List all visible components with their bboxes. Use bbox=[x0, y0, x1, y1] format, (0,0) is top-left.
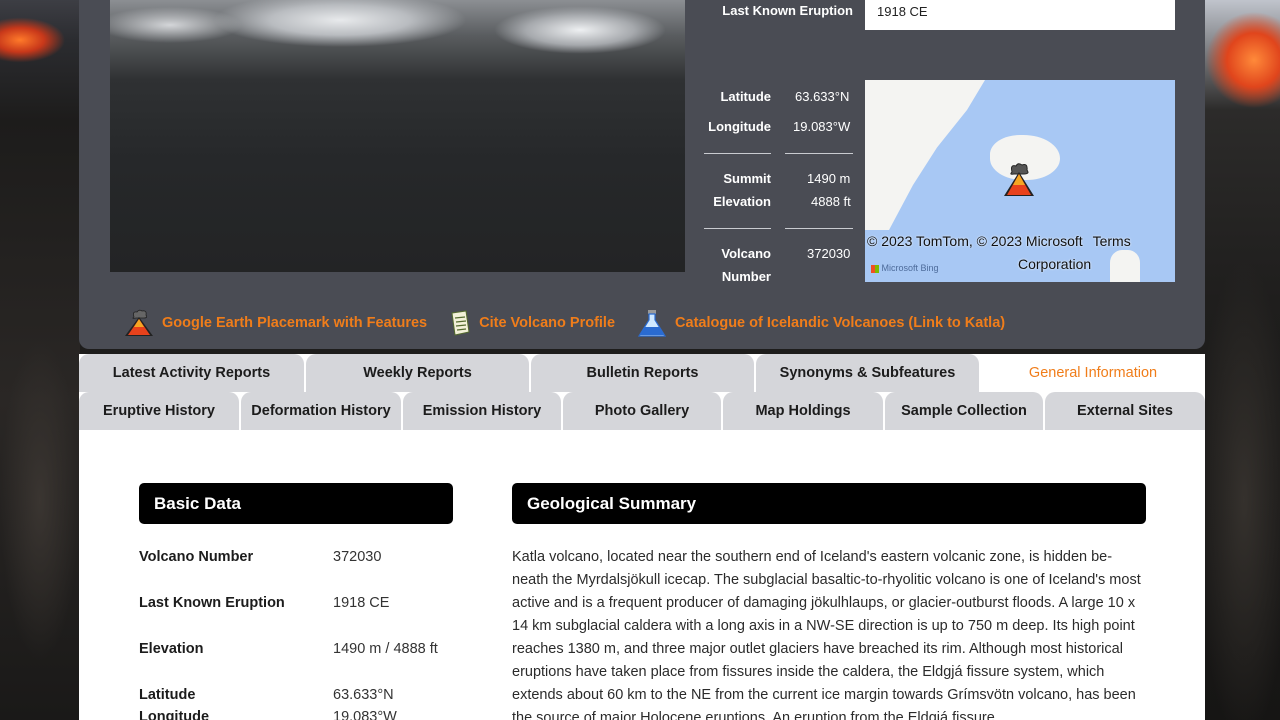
basic-data-label: Last Known Eruption bbox=[139, 595, 285, 611]
tab-eruptive-history[interactable]: Eruptive History bbox=[79, 392, 239, 430]
divider bbox=[785, 153, 853, 154]
tab-latest-activity-reports[interactable]: Latest Activity Reports bbox=[79, 354, 304, 392]
volcano-label: Volcano bbox=[721, 246, 771, 261]
tab-map-holdings[interactable]: Map Holdings bbox=[723, 392, 883, 430]
map-terms-link[interactable]: Terms bbox=[1093, 233, 1131, 249]
basic-data-label: Latitude bbox=[139, 687, 196, 703]
catalogue-link-label: Catalogue of Icelandic Volcanoes (Link t… bbox=[675, 315, 1006, 331]
tab-external-sites[interactable]: External Sites bbox=[1045, 392, 1205, 430]
latitude-value: 63.633°N bbox=[795, 89, 850, 104]
bing-logo-text: Microsoft Bing bbox=[881, 263, 939, 273]
background-lava-left bbox=[0, 0, 80, 720]
google-earth-link-label: Google Earth Placemark with Features bbox=[162, 315, 428, 331]
summit-meters: 1490 m bbox=[807, 171, 851, 186]
basic-data-value: 372030 bbox=[333, 549, 382, 565]
tab-sample-collection[interactable]: Sample Collection bbox=[885, 392, 1043, 430]
divider bbox=[704, 228, 771, 229]
divider bbox=[704, 153, 771, 154]
tab-synonyms-subfeatures[interactable]: Synonyms & Subfeatures bbox=[756, 354, 979, 392]
tab-general-information[interactable]: General Information bbox=[981, 354, 1205, 392]
volcano-number-value: 372030 bbox=[807, 246, 851, 261]
latitude-label: Latitude bbox=[720, 89, 771, 104]
basic-data-label: Elevation bbox=[139, 641, 204, 657]
cite-profile-link[interactable]: Cite Volcano Profile bbox=[449, 310, 615, 336]
document-icon bbox=[451, 310, 470, 336]
tab-photo-gallery[interactable]: Photo Gallery bbox=[563, 392, 721, 430]
map-attribution-text-2: Corporation bbox=[1018, 256, 1092, 272]
basic-data-label: Volcano Number bbox=[139, 549, 254, 565]
geological-summary-text: Katla volcano, located near the southern… bbox=[512, 549, 1141, 720]
volcano-marker-icon[interactable] bbox=[1002, 162, 1036, 198]
volcano-photo[interactable] bbox=[110, 0, 685, 272]
flask-icon bbox=[637, 310, 667, 337]
profile-tabs: Latest Activity Reports Weekly Reports B… bbox=[79, 354, 1205, 430]
profile-links: Google Earth Placemark with Features Cit… bbox=[124, 308, 1027, 338]
tab-deformation-history[interactable]: Deformation History bbox=[241, 392, 401, 430]
basic-data-value: 1490 m / 4888 ft bbox=[333, 641, 438, 657]
geological-summary-header: Geological Summary bbox=[512, 483, 1146, 524]
tab-emission-history[interactable]: Emission History bbox=[403, 392, 561, 430]
longitude-value: 19.083°W bbox=[793, 119, 851, 134]
map-attribution-text: © 2023 TomTom, © 2023 Microsoft bbox=[867, 233, 1083, 249]
last-eruption-label: Last Known Eruption bbox=[722, 3, 853, 18]
microsoft-logo-icon bbox=[871, 264, 879, 273]
background-lava-right bbox=[1204, 0, 1280, 720]
basic-data-value: 63.633°N bbox=[333, 687, 394, 703]
volcano-icon bbox=[125, 309, 153, 336]
summit-feet: 4888 ft bbox=[811, 194, 851, 209]
summit-label: Summit bbox=[723, 171, 771, 186]
basic-data-value: 19.083°W bbox=[333, 709, 397, 720]
longitude-label: Longitude bbox=[708, 119, 771, 134]
location-map[interactable]: © 2023 TomTom, © 2023 Microsoft Terms Co… bbox=[865, 80, 1175, 282]
tab-bulletin-reports[interactable]: Bulletin Reports bbox=[531, 354, 754, 392]
divider bbox=[785, 228, 853, 229]
google-earth-link[interactable]: Google Earth Placemark with Features bbox=[124, 309, 427, 337]
bing-logo: Microsoft Bing bbox=[871, 263, 939, 273]
number-label: Number bbox=[721, 269, 771, 284]
tab-weekly-reports[interactable]: Weekly Reports bbox=[306, 354, 529, 392]
catalogue-link[interactable]: Catalogue of Icelandic Volcanoes (Link t… bbox=[637, 309, 1005, 337]
elevation-label: Elevation bbox=[713, 194, 771, 209]
basic-data-label: Longitude bbox=[139, 709, 210, 720]
last-eruption-value: 1918 CE bbox=[865, 0, 1175, 30]
basic-data-value: 1918 CE bbox=[333, 595, 390, 611]
general-information-content: Basic Data Volcano Number 372030 Last Kn… bbox=[79, 430, 1205, 720]
basic-data-header: Basic Data bbox=[139, 483, 453, 524]
map-land-greenland bbox=[865, 80, 985, 230]
cite-profile-link-label: Cite Volcano Profile bbox=[479, 315, 616, 331]
